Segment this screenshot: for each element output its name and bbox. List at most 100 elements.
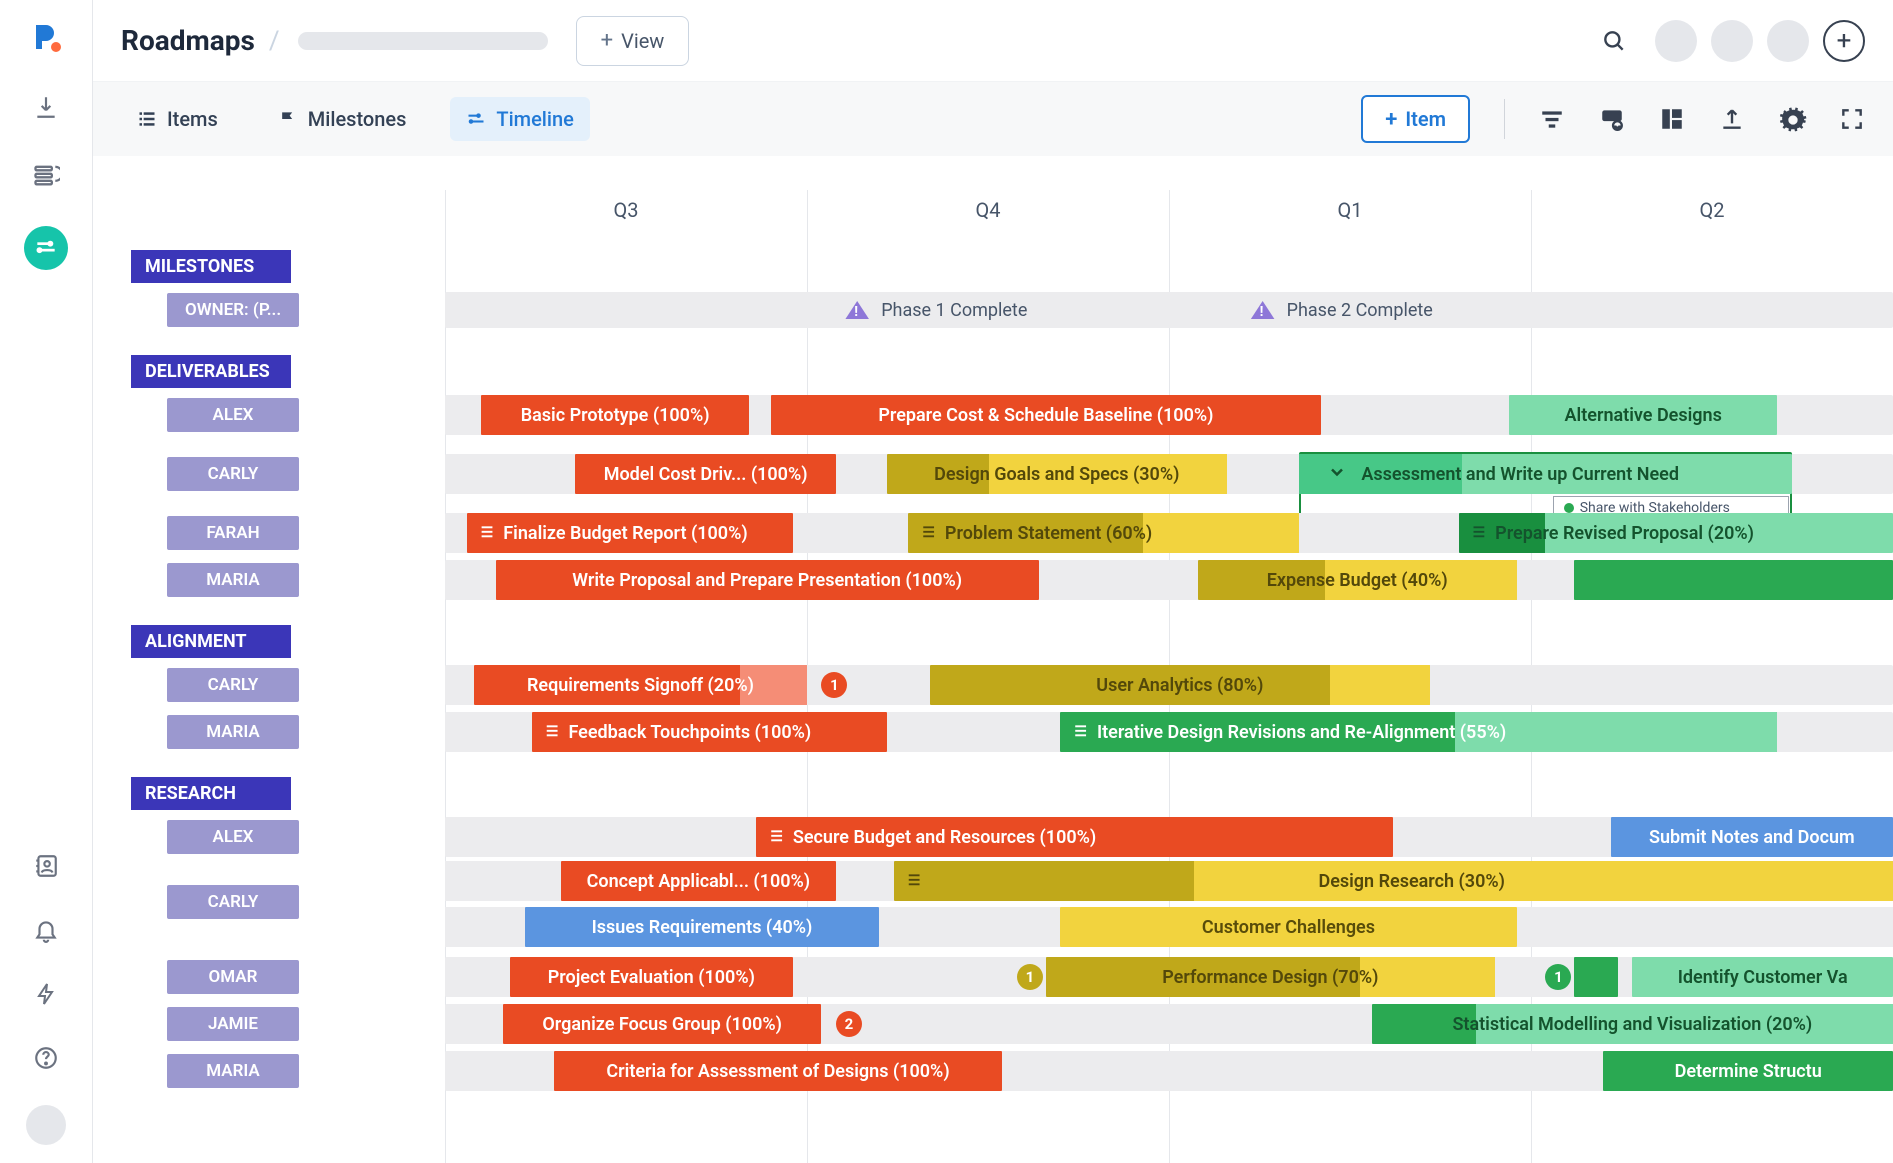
gantt-bar[interactable]: Submit Notes and Docum	[1611, 817, 1893, 857]
owner-chip[interactable]: OWNER: (P...	[167, 293, 299, 327]
gantt-bar[interactable]: ☰Finalize Budget Report (100%)	[467, 513, 793, 553]
collab-avatar[interactable]	[1767, 20, 1809, 62]
gantt-bar[interactable]: ☰Secure Budget and Resources (100%)	[756, 817, 1393, 857]
gantt-bar[interactable]: Concept Applicabl... (100%)	[561, 861, 836, 901]
breadcrumb-placeholder	[298, 32, 548, 50]
stack-icon: ☰	[1473, 525, 1486, 541]
add-collab-button[interactable]: +	[1823, 20, 1865, 62]
quarter-col: Q4	[807, 194, 1169, 236]
add-view-button[interactable]: + View	[576, 16, 690, 66]
gantt-bar-selected[interactable]: Assessment and Write up Current Need	[1299, 454, 1791, 494]
gantt-bar[interactable]: Determine Structu	[1603, 1051, 1893, 1091]
stack-icon: ☰	[481, 525, 494, 541]
tab-timeline[interactable]: Timeline	[450, 97, 589, 141]
dependency-badge[interactable]: 1	[1545, 964, 1571, 990]
page-title: Roadmaps	[121, 24, 255, 57]
stack-icon: ☰	[1074, 724, 1087, 740]
help-icon[interactable]	[29, 1041, 63, 1075]
owner-chip[interactable]: FARAH	[167, 516, 299, 550]
gantt-bar[interactable]	[1574, 957, 1617, 997]
owner-chip[interactable]: CARLY	[167, 885, 299, 919]
app-logo	[27, 18, 65, 56]
bolt-icon[interactable]	[29, 977, 63, 1011]
plus-icon: +	[1385, 107, 1397, 132]
milestone-marker[interactable]: Phase 2 Complete	[1249, 292, 1433, 328]
warning-icon	[843, 296, 871, 324]
gantt-bar[interactable]: User Analytics (80%)	[930, 665, 1430, 705]
search-icon[interactable]	[1601, 28, 1627, 54]
contacts-icon[interactable]	[29, 849, 63, 883]
user-avatar[interactable]	[26, 1105, 66, 1145]
top-bar: Roadmaps / + View +	[93, 0, 1893, 82]
stack-icon: ☰	[770, 829, 783, 845]
owner-chip[interactable]: MARIA	[167, 563, 299, 597]
gantt-bar[interactable]: Design Goals and Specs (30%)	[887, 454, 1227, 494]
bell-icon[interactable]	[29, 913, 63, 947]
gantt-bar[interactable]: Prepare Cost & Schedule Baseline (100%)	[771, 395, 1321, 435]
list-icon[interactable]	[29, 158, 63, 192]
gantt-bar[interactable]: ☰Design Research (30%)	[894, 861, 1893, 901]
owner-chip[interactable]: OMAR	[167, 960, 299, 994]
gantt-bar[interactable]: Alternative Designs	[1509, 395, 1777, 435]
layout-icon[interactable]	[1659, 106, 1685, 132]
gantt-bar[interactable]: ☰Problem Statement (60%)	[908, 513, 1299, 553]
owner-chip[interactable]: CARLY	[167, 457, 299, 491]
gantt-bar[interactable]: ☰Prepare Revised Proposal (20%)	[1459, 513, 1893, 553]
quarter-col: Q3	[445, 194, 807, 236]
link-icon[interactable]	[1599, 106, 1625, 132]
collab-avatar[interactable]	[1655, 20, 1697, 62]
timeline-canvas[interactable]: Q3 Q4 Q1 Q2 MILESTONES OWNER: (P... Phas…	[93, 156, 1893, 1163]
owner-chip[interactable]: ALEX	[167, 398, 299, 432]
chevron-down-icon[interactable]	[1327, 462, 1347, 487]
group-header-research[interactable]: RESEARCH	[131, 777, 291, 810]
filter-icon[interactable]	[1539, 106, 1565, 132]
gantt-bar[interactable]: Issues Requirements (40%)	[525, 907, 880, 947]
status-dot-icon	[1564, 503, 1574, 513]
dependency-badge[interactable]: 1	[1017, 964, 1043, 990]
gantt-bar[interactable]: Customer Challenges	[1060, 907, 1516, 947]
gantt-bar[interactable]: Criteria for Assessment of Designs (100%…	[554, 1051, 1003, 1091]
gantt-bar[interactable]: Model Cost Driv... (100%)	[575, 454, 836, 494]
gantt-bar[interactable]: ☰Feedback Touchpoints (100%)	[532, 712, 887, 752]
timeline-nav-icon[interactable]	[24, 226, 68, 270]
gantt-bar[interactable]: Requirements Signoff (20%)	[474, 665, 807, 705]
quarter-col: Q2	[1531, 194, 1893, 236]
milestone-marker[interactable]: Phase 1 Complete	[843, 292, 1027, 328]
group-header-milestones[interactable]: MILESTONES	[131, 250, 291, 283]
left-sidebar	[0, 0, 93, 1163]
gantt-bar[interactable]: Statistical Modelling and Visualization …	[1372, 1004, 1893, 1044]
gantt-bar[interactable]: Expense Budget (40%)	[1198, 560, 1517, 600]
gantt-bar[interactable]: Write Proposal and Prepare Presentation …	[496, 560, 1039, 600]
warning-icon	[1249, 296, 1277, 324]
tab-items[interactable]: Items	[121, 97, 234, 141]
gantt-bar[interactable]: Basic Prototype (100%)	[481, 395, 749, 435]
milestone-track: Phase 1 Complete Phase 2 Complete	[445, 292, 1893, 328]
owner-chip[interactable]: CARLY	[167, 668, 299, 702]
collab-avatar[interactable]	[1711, 20, 1753, 62]
stack-icon: ☰	[922, 525, 935, 541]
gear-icon[interactable]	[1779, 106, 1805, 132]
upload-icon[interactable]	[1719, 106, 1745, 132]
group-header-deliverables[interactable]: DELIVERABLES	[131, 355, 291, 388]
gantt-bar[interactable]	[1574, 560, 1893, 600]
group-header-alignment[interactable]: ALIGNMENT	[131, 625, 291, 658]
gantt-bar[interactable]: Identify Customer Va	[1632, 957, 1893, 997]
tab-milestones[interactable]: Milestones	[262, 97, 423, 141]
stack-icon: ☰	[546, 724, 559, 740]
owner-chip[interactable]: JAMIE	[167, 1007, 299, 1041]
add-item-button[interactable]: + Item	[1361, 95, 1470, 143]
dependency-badge[interactable]: 2	[836, 1011, 862, 1037]
owner-chip[interactable]: MARIA	[167, 715, 299, 749]
dependency-badge[interactable]: 1	[821, 672, 847, 698]
gantt-bar[interactable]: ☰Iterative Design Revisions and Re-Align…	[1060, 712, 1777, 752]
views-bar: Items Milestones Timeline + Item	[93, 82, 1893, 156]
owner-chip[interactable]: ALEX	[167, 820, 299, 854]
gantt-bar[interactable]: Project Evaluation (100%)	[510, 957, 792, 997]
plus-icon: +	[601, 28, 613, 53]
owner-chip[interactable]: MARIA	[167, 1054, 299, 1088]
fullscreen-icon[interactable]	[1839, 106, 1865, 132]
gantt-bar[interactable]: Performance Design (70%)	[1046, 957, 1495, 997]
gantt-bar[interactable]: Organize Focus Group (100%)	[503, 1004, 822, 1044]
download-icon[interactable]	[29, 90, 63, 124]
quarter-col: Q1	[1169, 194, 1531, 236]
